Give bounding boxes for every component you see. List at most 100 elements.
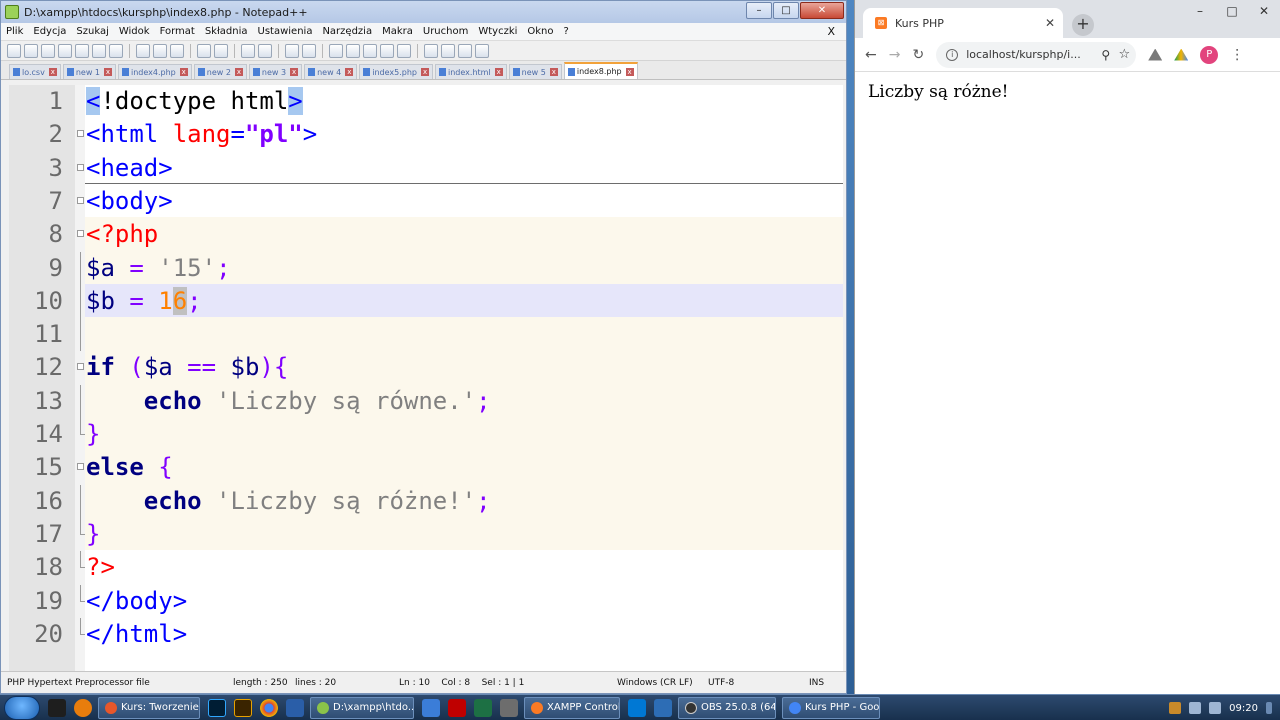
fold-toggle-icon[interactable] [77, 196, 84, 204]
app-icon[interactable] [422, 698, 440, 717]
cut-icon[interactable] [136, 43, 150, 58]
reload-icon[interactable]: ↻ [912, 47, 924, 63]
start-button[interactable] [4, 695, 40, 720]
code-line[interactable]: 17} [9, 517, 843, 551]
bridge-icon[interactable] [234, 698, 252, 717]
redo-icon[interactable] [214, 43, 228, 58]
fold-toggle-icon[interactable] [77, 463, 84, 471]
vscode-icon[interactable] [628, 698, 646, 717]
taskbar-task-chrome[interactable]: Kurs PHP - Goo... [782, 696, 880, 719]
code-line[interactable]: 19 </body> [9, 584, 843, 618]
new-tab-button[interactable]: + [1072, 14, 1094, 36]
close-file-icon[interactable] [75, 43, 89, 58]
chrome-taskbar-icon[interactable] [260, 698, 278, 717]
tab-close-icon[interactable]: x [48, 68, 57, 76]
code-line[interactable]: 2 <html lang="pl"> [9, 118, 843, 151]
replace-icon[interactable] [258, 43, 272, 58]
code-line[interactable]: 18 ?> [9, 551, 843, 584]
menu-skladnia[interactable]: Składnia [200, 26, 253, 37]
blender-icon[interactable] [74, 698, 92, 717]
tab-new-4[interactable]: new 4x [304, 64, 358, 79]
paste-icon[interactable] [170, 43, 184, 58]
profile-avatar[interactable]: P [1200, 45, 1219, 64]
menu-okno[interactable]: Okno [522, 26, 558, 37]
code-line[interactable]: 3 <head> [9, 152, 843, 185]
word-wrap-icon[interactable] [363, 43, 377, 58]
code-line[interactable]: 1 <!doctype html> [9, 85, 843, 118]
code-line[interactable]: 11 [9, 318, 843, 352]
clock[interactable]: 09:20 [1229, 703, 1258, 714]
google-drive-icon[interactable] [1174, 48, 1189, 61]
code-line[interactable]: 15 else { [9, 451, 843, 484]
volume-icon[interactable] [1209, 702, 1222, 714]
zoom-out-icon[interactable] [302, 43, 316, 58]
close-button[interactable]: ✕ [800, 2, 844, 19]
chrome-menu-icon[interactable]: ⋮ [1230, 47, 1244, 63]
bookmark-star-icon[interactable]: ☆ [1119, 47, 1131, 62]
show-desktop-button[interactable] [1266, 702, 1272, 714]
taskbar-task-firefox[interactable]: Kurs: Tworzenie ... [98, 696, 200, 719]
macro-stop-icon[interactable] [441, 43, 455, 58]
tab-new-2[interactable]: new 2x [193, 64, 247, 79]
tab-close-icon[interactable]: x [549, 68, 558, 76]
address-bar[interactable]: i localhost/kursphp/i... ⚲ ☆ [936, 41, 1137, 68]
tab-close-icon[interactable]: x [345, 68, 354, 76]
menu-plik[interactable]: Plik [1, 26, 28, 37]
code-editor[interactable]: 1 <!doctype html> 2 <html lang="pl"> 3 <head>… [9, 85, 843, 671]
undo-icon[interactable] [197, 43, 211, 58]
fold-toggle-icon[interactable] [77, 363, 84, 371]
filezilla-icon[interactable] [448, 698, 466, 717]
tray-app-icon[interactable] [1169, 702, 1182, 714]
tab-close-icon[interactable]: x [421, 68, 430, 76]
tab-close-icon[interactable]: x [179, 68, 188, 76]
taskbar-task-obs[interactable]: OBS 25.0.8 (64-... [678, 696, 776, 719]
tab-new-3[interactable]: new 3x [248, 64, 303, 79]
close-button[interactable]: ✕ [1248, 0, 1280, 22]
forward-arrow-icon[interactable]: → [889, 47, 901, 63]
menu-help[interactable]: ? [559, 26, 574, 37]
tab-close-icon[interactable]: x [234, 68, 243, 76]
macro-save-icon[interactable] [475, 43, 489, 58]
code-line[interactable]: 7 <body> [9, 185, 843, 218]
close-tab-icon[interactable]: ✕ [1045, 16, 1055, 30]
sync-vertical-icon[interactable] [329, 43, 343, 58]
menu-uruchom[interactable]: Uruchom [418, 26, 473, 37]
chrome-tab-kurs-php[interactable]: ⊠ Kurs PHP ✕ [863, 8, 1063, 38]
show-desktop-icon[interactable] [48, 698, 66, 717]
fold-toggle-icon[interactable] [77, 163, 84, 171]
maximize-button[interactable]: □ [773, 2, 799, 19]
extension-drive-icon[interactable] [1148, 48, 1163, 61]
macro-record-icon[interactable] [424, 43, 438, 58]
code-line[interactable]: 8 <?php [9, 218, 843, 251]
code-line[interactable]: 9 $a = '15'; [9, 251, 843, 285]
tab-close-icon[interactable]: x [290, 68, 299, 76]
code-line[interactable]: 14} [9, 418, 843, 451]
fold-toggle-icon[interactable] [77, 230, 84, 238]
find-icon[interactable] [241, 43, 255, 58]
calculator-icon[interactable] [500, 698, 518, 717]
tab-new-5[interactable]: new 5x [508, 64, 562, 79]
taskbar-task-notepadpp[interactable]: D:\xampp\htdo... [310, 696, 414, 719]
menu-edycja[interactable]: Edycja [28, 26, 71, 37]
close-document-button[interactable]: X [822, 25, 840, 38]
notepadpp-titlebar[interactable]: D:\xampp\htdocs\kursphp\index8.php - Not… [1, 1, 846, 23]
taskbar-task-xampp[interactable]: XAMPP Control ... [524, 696, 620, 719]
sourcetree-icon[interactable] [286, 698, 304, 717]
zoom-icon[interactable]: ⚲ [1101, 48, 1110, 62]
tab-index4-php[interactable]: index4.php x [118, 64, 192, 79]
tab-index5-php[interactable]: index5.php x [359, 64, 434, 79]
menu-narzedzia[interactable]: Narzędzia [317, 26, 377, 37]
spreadsheet-icon[interactable] [474, 698, 492, 717]
open-file-icon[interactable] [24, 43, 38, 58]
app-n-icon[interactable] [654, 698, 672, 717]
menu-format[interactable]: Format [155, 26, 200, 37]
maximize-button[interactable]: □ [1216, 0, 1248, 22]
menu-makra[interactable]: Makra [377, 26, 418, 37]
tab-lo-csv[interactable]: lo.csv x [9, 64, 61, 79]
indent-guide-icon[interactable] [397, 43, 411, 58]
minimize-button[interactable]: – [1184, 0, 1216, 22]
sync-horizontal-icon[interactable] [346, 43, 360, 58]
code-line[interactable]: 12 if ($a == $b){ [9, 351, 843, 384]
save-all-icon[interactable] [58, 43, 72, 58]
menu-wtyczki[interactable]: Wtyczki [473, 26, 522, 37]
